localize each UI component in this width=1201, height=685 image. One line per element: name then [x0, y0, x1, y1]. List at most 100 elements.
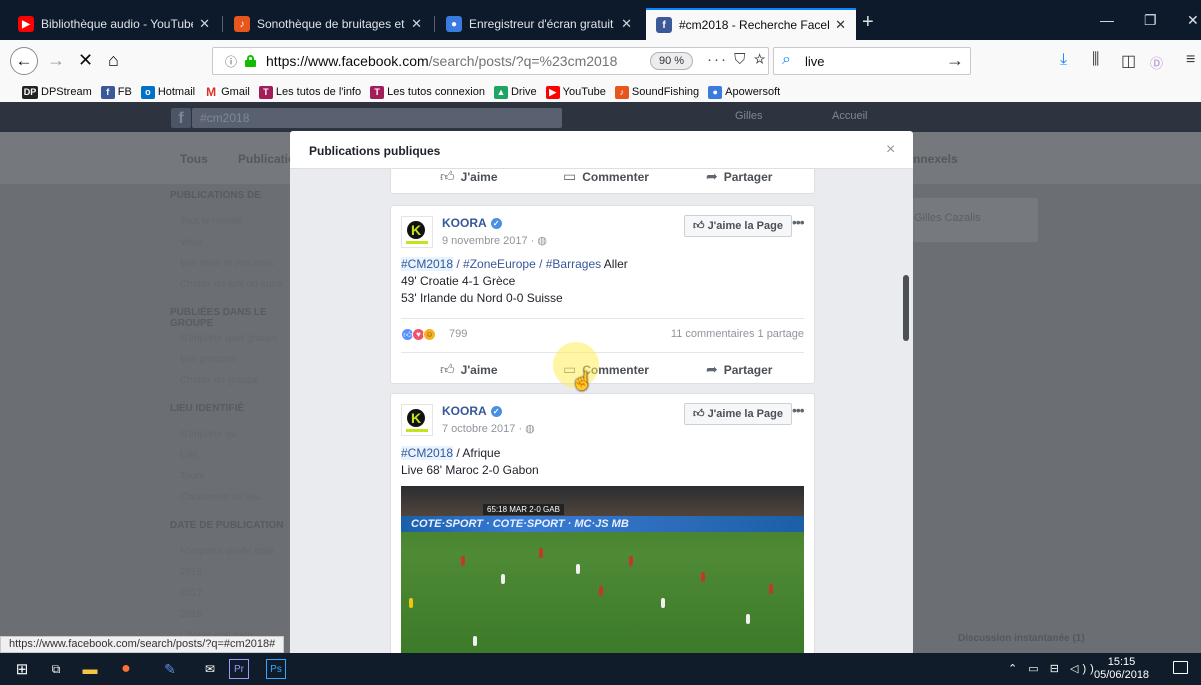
share-button[interactable]: ➦ Partager [706, 361, 772, 378]
lock-icon[interactable] [245, 55, 257, 67]
firefox-icon[interactable]: ● [116, 659, 136, 679]
more-options-icon[interactable]: ••• [792, 214, 805, 230]
paint-icon[interactable]: ✎ [160, 659, 180, 679]
zoom-level-badge[interactable]: 90 % [650, 52, 694, 70]
hashtag-link[interactable]: #CM2018 [401, 446, 454, 460]
downloads-icon[interactable]: ⤓ [1060, 51, 1067, 69]
bookmark-tutos-connexion[interactable]: T Les tutos connexion [370, 85, 485, 99]
more-options-icon[interactable]: ••• [792, 402, 805, 418]
right-card-label: Gilles Cazalis [914, 212, 981, 224]
hashtag-link[interactable]: #CM2018 [401, 257, 454, 271]
hashtag-links[interactable]: / #ZoneEurope / #Barrages [453, 257, 601, 271]
modal-close-button[interactable]: × [886, 141, 895, 159]
like-label: J'aime [460, 169, 498, 184]
post-author[interactable]: KOORA ✓ [442, 216, 502, 230]
bookmark-label: FB [117, 86, 132, 98]
bookmark-gmail[interactable]: M Gmail [204, 85, 250, 99]
search-engine-icon[interactable]: ⌕ [782, 51, 791, 69]
date-text: 7 octobre 2017 · [442, 423, 526, 435]
close-tab-icon[interactable]: ✕ [199, 16, 210, 32]
previous-post: 👍︎ J'aime ▭ Commenter ➦ Partager [390, 169, 815, 194]
bookmark-fb[interactable]: f FB [100, 85, 132, 99]
reaction-count[interactable]: 799 [449, 328, 467, 340]
tab-sonotheque[interactable]: ♪ Sonothèque de bruitages et mu ✕ [224, 8, 432, 40]
page-actions-icons[interactable]: ··· ⛉ ☆ [707, 51, 768, 68]
url-bar[interactable]: ⓘ https://www.facebook.com/search/posts/… [212, 47, 769, 75]
haha-reaction-icon[interactable]: ☺ [423, 328, 436, 341]
like-button[interactable]: 👍︎ J'aime [440, 169, 498, 185]
system-tray-icons[interactable]: ⌃ ▭ ⊟ ◁)) [1008, 662, 1098, 675]
comment-button[interactable]: ▭ Commenter [563, 169, 649, 185]
modal-scrollbar[interactable] [903, 275, 909, 341]
search-go-icon[interactable]: → [946, 50, 964, 71]
site-info-icon[interactable]: ⓘ [225, 53, 237, 70]
photoshop-icon[interactable]: Ps [266, 659, 286, 679]
post-line-tail: / Afrique [453, 446, 501, 460]
sidebar-icon[interactable]: ◫ [1121, 51, 1136, 71]
tab-facebook-search[interactable]: f #cm2018 - Recherche Faceboo ✕ [646, 8, 856, 40]
tab-other: nnexels [913, 152, 958, 166]
soundfishing-icon: ♪ [234, 16, 250, 32]
clock[interactable]: 15:15 05/06/2018 [1094, 656, 1149, 682]
new-tab-button[interactable]: + [862, 12, 874, 32]
bookmark-dpstream[interactable]: DP DPStream [22, 85, 92, 99]
windows-start-icon[interactable]: ⊞ [12, 659, 32, 679]
home-button[interactable]: ⌂ [108, 50, 119, 70]
comment-share-stats[interactable]: 11 commentaires 1 partage [671, 328, 804, 340]
search-input[interactable]: live [805, 54, 825, 69]
library-icon[interactable]: ⫼ [1092, 51, 1099, 69]
like-page-button[interactable]: 👍︎ J'aime la Page [684, 403, 792, 425]
filter-item: N'importe quel groupe [180, 333, 279, 344]
filter-item: 2018 [180, 567, 203, 578]
like-page-button[interactable]: 👍︎ J'aime la Page [684, 215, 792, 237]
post-date[interactable]: 7 octobre 2017 · ◍ [442, 422, 535, 435]
koora-logo: K [407, 221, 425, 239]
facebook-user-name: Gilles [735, 110, 763, 122]
file-explorer-icon[interactable]: ▬ [80, 659, 100, 679]
forward-button[interactable]: → [47, 50, 65, 70]
filter-item: Lille [180, 450, 198, 461]
task-view-icon[interactable]: ⧉ [46, 659, 66, 679]
menu-icon[interactable]: ≡ [1186, 51, 1195, 69]
filter-heading: LIEU IDENTIFIÉ [170, 403, 244, 414]
filter-item: N'importe où [180, 429, 237, 440]
back-button[interactable]: ← [10, 47, 38, 75]
stop-button[interactable]: ✕ [78, 50, 93, 70]
avatar[interactable]: K [401, 216, 433, 248]
tab-apowersoft[interactable]: ● Enregistreur d'écran gratuit - e ✕ [436, 8, 642, 40]
close-window-icon[interactable]: ✕ [1187, 12, 1199, 29]
search-bar[interactable]: ⌕ live → [773, 47, 971, 75]
thumbs-up-icon: 👍︎ [440, 361, 455, 377]
bookmark-hotmail[interactable]: o Hotmail [140, 85, 195, 99]
like-button[interactable]: 👍︎ J'aime [440, 361, 498, 378]
avatar[interactable]: K [401, 404, 433, 436]
search-filters: PUBLICATIONS DE Tout le monde Vous Vos a… [160, 184, 292, 651]
post-text: #CM2018 / #ZoneEurope / #Barrages Aller … [401, 256, 628, 307]
close-tab-icon[interactable]: ✕ [621, 16, 632, 32]
clock-time: 15:15 [1107, 656, 1136, 668]
post-line: Live 68' Maroc 2-0 Gabon [401, 463, 539, 477]
close-tab-icon[interactable]: ✕ [411, 16, 422, 32]
bookmark-soundfishing[interactable]: ♪ SoundFishing [614, 85, 699, 99]
bookmark-drive[interactable]: ▲ Drive [493, 85, 537, 99]
facebook-right-card: Gilles Cazalis [900, 198, 1038, 242]
url-text[interactable]: https://www.facebook.com/search/posts/?q… [266, 53, 617, 69]
filter-item: Vous [180, 237, 203, 248]
minimize-icon[interactable]: — [1100, 12, 1114, 28]
premiere-icon[interactable]: Pr [229, 659, 249, 679]
video-player[interactable]: 65:18 MAR 2-0 GAB COTE·SPORT · COTE·SPOR… [401, 486, 804, 653]
drive-icon: ▲ [493, 85, 508, 99]
bookmark-apowersoft[interactable]: ● Apowersoft [708, 85, 780, 99]
mail-icon[interactable]: ✉ [200, 659, 220, 679]
share-button[interactable]: ➦ Partager [706, 169, 772, 185]
post-author[interactable]: KOORA ✓ [442, 404, 502, 418]
bookmark-youtube[interactable]: ▶ YouTube [545, 85, 606, 99]
bookmark-tutos-info[interactable]: T Les tutos de l'info [258, 85, 361, 99]
post-date[interactable]: 9 novembre 2017 · ◍ [442, 234, 547, 247]
restore-icon[interactable]: ❐ [1144, 12, 1157, 29]
tab-title: Bibliothèque audio - YouTube [41, 17, 194, 31]
extension-icon[interactable]: Ⓓ [1150, 53, 1163, 72]
tab-youtube-audio[interactable]: ▶ Bibliothèque audio - YouTube ✕ [8, 8, 220, 40]
notifications-icon[interactable] [1173, 661, 1188, 674]
close-tab-icon[interactable]: ✕ [835, 17, 846, 33]
